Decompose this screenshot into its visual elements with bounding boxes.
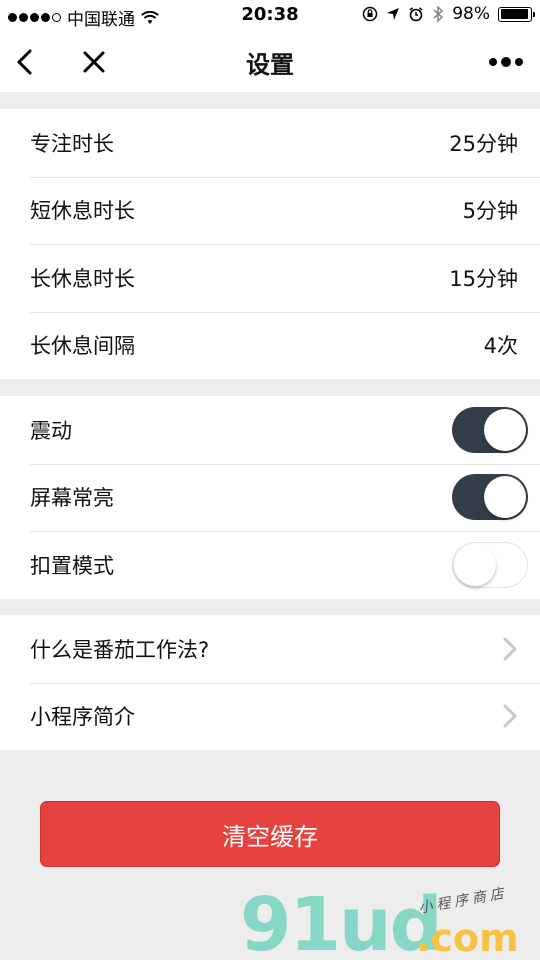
- screen-on-label: 屏幕常亮: [30, 486, 114, 511]
- app-intro-link[interactable]: 小程序简介: [0, 682, 540, 751]
- watermark-logo: 91ud 小程序商店 .com: [240, 882, 540, 960]
- vibration-toggle[interactable]: [452, 406, 528, 453]
- long-break-interval-row[interactable]: 长休息间隔 4次: [0, 311, 540, 380]
- page-title: 设置: [246, 51, 294, 79]
- face-down-mode-row: 扣置模式: [0, 531, 540, 599]
- screen-on-row: 屏幕常亮: [0, 463, 540, 532]
- pomodoro-info-label: 什么是番茄工作法?: [30, 637, 210, 662]
- long-break-interval-label: 长休息间隔: [30, 334, 135, 359]
- screen-on-toggle[interactable]: [452, 474, 528, 521]
- battery-percent: 98%: [452, 4, 490, 24]
- clear-cache-button[interactable]: 清空缓存: [40, 801, 500, 867]
- chevron-right-icon: [503, 637, 517, 661]
- long-break-label: 长休息时长: [30, 266, 135, 291]
- more-button[interactable]: [484, 42, 528, 82]
- app-intro-label: 小程序简介: [30, 705, 135, 730]
- rotation-lock-icon: [362, 6, 378, 22]
- location-icon: [387, 8, 400, 20]
- watermark-logo-text: 91ud: [240, 882, 443, 960]
- nav-bar: 设置: [0, 30, 540, 92]
- long-break-row[interactable]: 长休息时长 15分钟: [0, 244, 540, 312]
- focus-duration-row[interactable]: 专注时长 25分钟: [0, 109, 540, 177]
- face-down-mode-toggle[interactable]: [452, 541, 528, 588]
- short-break-value: 5分钟: [462, 199, 518, 224]
- long-break-value: 15分钟: [449, 266, 518, 291]
- toggle-settings-group: 震动 屏幕常亮 扣置模式: [0, 396, 540, 599]
- alarm-icon: [409, 7, 423, 22]
- info-links-group: 什么是番茄工作法? 小程序简介: [0, 615, 540, 750]
- status-bar: 中国联通 20:38 98%: [0, 0, 540, 30]
- more-dots-icon: [489, 57, 523, 67]
- battery-icon: [498, 6, 535, 22]
- watermark-domain: .com: [416, 916, 519, 960]
- status-right: 98%: [362, 4, 535, 24]
- short-break-row[interactable]: 短休息时长 5分钟: [0, 176, 540, 245]
- long-break-interval-value: 4次: [483, 334, 518, 359]
- vibration-row: 震动: [0, 396, 540, 464]
- timing-settings-group: 专注时长 25分钟 短休息时长 5分钟 长休息时长 15分钟 长休息间隔 4次: [0, 109, 540, 379]
- vibration-label: 震动: [30, 418, 72, 443]
- short-break-label: 短休息时长: [30, 199, 135, 224]
- focus-duration-label: 专注时长: [30, 131, 114, 156]
- face-down-mode-label: 扣置模式: [30, 553, 114, 578]
- chevron-right-icon: [503, 704, 517, 728]
- bluetooth-icon: [433, 5, 444, 23]
- focus-duration-value: 25分钟: [449, 131, 518, 156]
- pomodoro-info-link[interactable]: 什么是番茄工作法?: [0, 615, 540, 683]
